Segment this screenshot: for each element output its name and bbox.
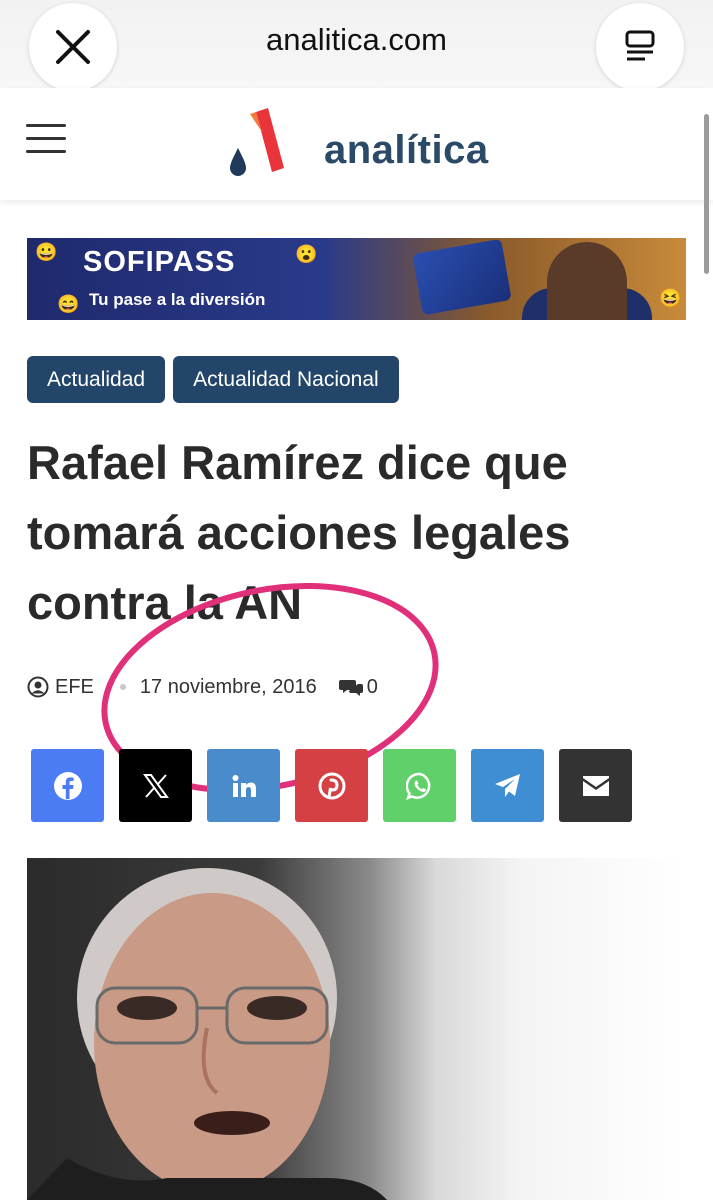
share-telegram-button[interactable] <box>471 749 544 822</box>
emoji-icon: 😮 <box>295 244 318 264</box>
site-logo-text[interactable]: analítica <box>324 128 489 173</box>
emoji-icon: 😀 <box>35 242 58 262</box>
facebook-icon <box>53 771 82 800</box>
pinterest-icon <box>318 772 345 799</box>
banner-tagline: Tu pase a la diversión <box>89 290 266 309</box>
emoji-icon: 😆 <box>659 288 682 308</box>
article-meta: EFE 17 noviembre, 2016 0 <box>27 672 378 702</box>
banner-person-head <box>547 242 627 320</box>
emoji-icon: 😄 <box>57 294 80 314</box>
article-date: 17 noviembre, 2016 <box>139 675 317 698</box>
hamburger-menu-icon[interactable] <box>26 124 66 158</box>
reader-mode-button[interactable] <box>596 3 684 91</box>
scrollbar[interactable] <box>704 114 709 274</box>
share-buttons <box>31 749 632 822</box>
share-x-button[interactable] <box>119 749 192 822</box>
reader-mode-icon <box>625 30 655 61</box>
tag-actualidad[interactable]: Actualidad <box>27 356 166 403</box>
x-icon <box>142 773 169 798</box>
article-title: Rafael Ramírez dice que tomará acciones … <box>27 436 571 629</box>
telegram-icon <box>494 773 520 797</box>
site-header: analítica <box>0 88 713 200</box>
author-link[interactable]: EFE <box>55 676 94 699</box>
share-email-button[interactable] <box>559 749 632 822</box>
tag-actualidad-nacional[interactable]: Actualidad Nacional <box>173 356 399 403</box>
share-linkedin-button[interactable] <box>207 749 280 822</box>
comments-count[interactable]: 0 <box>367 676 378 699</box>
category-tags: Actualidad Actualidad Nacional <box>27 356 399 403</box>
whatsapp-icon <box>405 772 430 800</box>
portrait-image <box>27 868 387 1200</box>
separator-dot <box>119 684 126 690</box>
banner-brand: SOFIPASS <box>83 246 236 278</box>
logo-mark-icon[interactable] <box>222 106 286 176</box>
banner-card-image <box>412 238 512 316</box>
share-facebook-button[interactable] <box>31 749 104 822</box>
email-icon <box>582 775 609 796</box>
browser-toolbar: analitica.com <box>0 0 713 91</box>
share-pinterest-button[interactable] <box>295 749 368 822</box>
article-photo <box>27 858 686 1200</box>
comments-icon <box>338 680 363 696</box>
user-icon <box>27 676 49 698</box>
share-whatsapp-button[interactable] <box>383 749 456 822</box>
ad-banner[interactable]: 😀 😄 😮 SOFIPASS Tu pase a la diversión 😆 <box>27 238 686 320</box>
linkedin-icon <box>232 774 256 797</box>
